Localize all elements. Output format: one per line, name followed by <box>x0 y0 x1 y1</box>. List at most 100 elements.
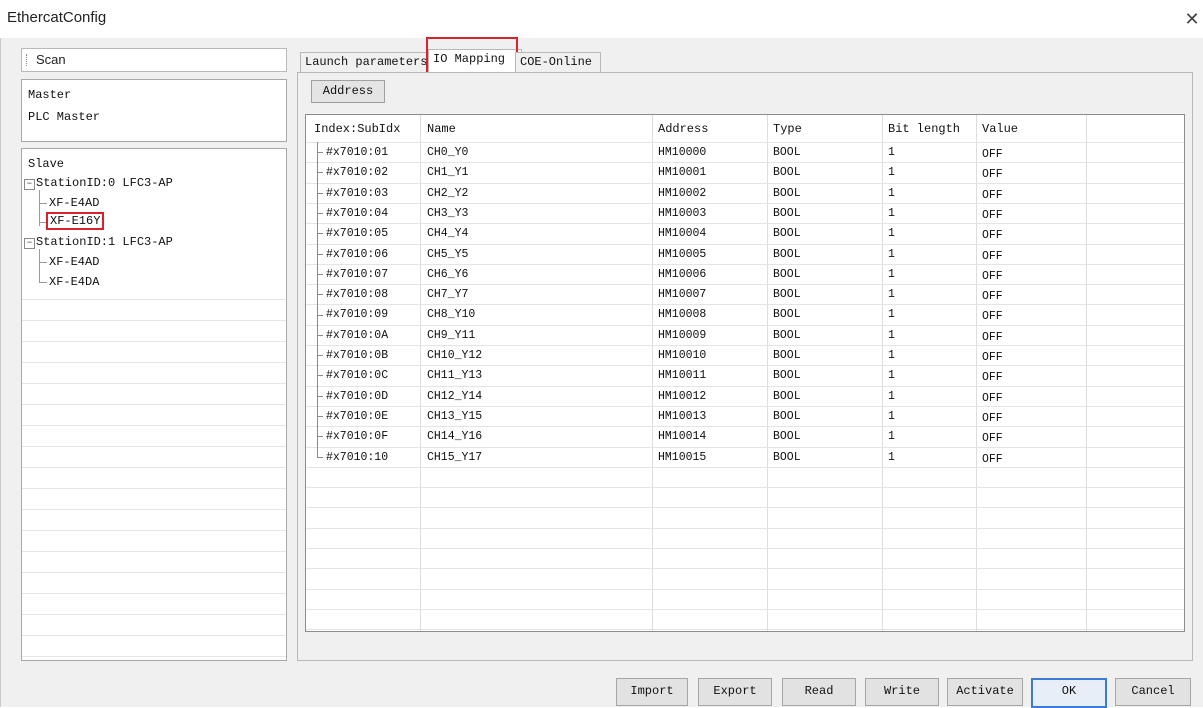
cell-address: HM10010 <box>658 349 707 362</box>
cell-name: CH4_Y4 <box>427 227 469 241</box>
cell-index: #x7010:0B <box>326 349 389 362</box>
cell-value: OFF <box>982 148 1003 161</box>
import-button[interactable]: Import <box>616 678 688 706</box>
table-row[interactable]: #x7010:0E CH13_Y15 HM10013 BOOL 1 OFF <box>306 406 1184 426</box>
write-button[interactable]: Write <box>865 678 939 706</box>
cell-type: BOOL <box>773 349 801 362</box>
cell-value: OFF <box>982 269 1003 283</box>
table-row[interactable]: #x7010:0B CH10_Y12 HM10010 BOOL 1 OFF <box>306 345 1184 365</box>
row-divider <box>306 446 1184 448</box>
column-header-type[interactable]: Type <box>773 122 802 136</box>
cell-type: BOOL <box>773 206 801 220</box>
cell-bit-length: 1 <box>888 146 895 159</box>
row-divider <box>306 507 1184 509</box>
cell-address: HM10014 <box>658 430 707 444</box>
cell-bit-length: 1 <box>888 430 895 444</box>
collapse-toggle-icon[interactable]: − <box>24 179 35 190</box>
collapse-toggle-icon[interactable]: − <box>24 238 35 249</box>
cell-type: BOOL <box>773 247 801 261</box>
cell-address: HM10008 <box>658 308 707 322</box>
row-divider <box>306 405 1184 407</box>
row-divider <box>306 243 1184 245</box>
master-list: Master PLC Master <box>21 79 287 142</box>
close-icon[interactable]: ✕ <box>1181 8 1203 30</box>
table-row[interactable]: #x7010:07 CH6_Y6 HM10006 BOOL 1 OFF <box>306 264 1184 284</box>
column-header-value[interactable]: Value <box>982 122 1018 136</box>
cell-address: HM10000 <box>658 146 707 159</box>
cell-address: HM10007 <box>658 288 707 302</box>
table-row[interactable]: #x7010:10 CH15_Y17 HM10015 BOOL 1 OFF <box>306 447 1184 467</box>
row-divider <box>306 548 1184 549</box>
cell-name: CH0_Y0 <box>427 146 469 159</box>
cell-address: HM10009 <box>658 328 707 342</box>
tree-connector <box>39 222 47 223</box>
table-row[interactable]: #x7010:06 CH5_Y5 HM10005 BOOL 1 OFF <box>306 244 1184 264</box>
read-button[interactable]: Read <box>782 678 856 706</box>
station-1-device-1[interactable]: XF-E4AD <box>49 255 99 269</box>
cell-bit-length: 1 <box>888 288 895 302</box>
slave-header: Slave <box>28 157 65 171</box>
table-row[interactable]: #x7010:0F CH14_Y16 HM10014 BOOL 1 OFF <box>306 426 1184 446</box>
row-divider <box>306 385 1184 387</box>
cell-index: #x7010:05 <box>326 227 389 241</box>
cell-index: #x7010:0E <box>326 409 389 423</box>
row-tree-connector <box>317 142 318 457</box>
address-button[interactable]: Address <box>311 80 385 103</box>
station-0-device-1[interactable]: XF-E4AD <box>49 196 99 210</box>
station-1-device-2[interactable]: XF-E4DA <box>49 275 99 289</box>
cell-value: OFF <box>982 168 1003 182</box>
window-title: EthercatConfig <box>7 9 107 26</box>
cell-value: OFF <box>982 290 1003 304</box>
table-row[interactable]: #x7010:09 CH8_Y10 HM10008 BOOL 1 OFF <box>306 304 1184 324</box>
station-0-device-2-selected[interactable]: XF-E16Y <box>45 212 105 230</box>
row-divider <box>306 304 1184 306</box>
cell-type: BOOL <box>773 450 801 464</box>
row-divider <box>306 263 1184 265</box>
master-item[interactable]: Master <box>28 88 71 102</box>
cell-address: HM10002 <box>658 186 707 200</box>
column-header-name[interactable]: Name <box>427 122 456 136</box>
cell-index: #x7010:02 <box>326 166 389 180</box>
export-button[interactable]: Export <box>698 678 772 706</box>
toolbar-grip-icon <box>26 54 28 66</box>
column-header-address[interactable]: Address <box>658 122 708 136</box>
table-row[interactable]: #x7010:0C CH11_Y13 HM10011 BOOL 1 OFF <box>306 365 1184 385</box>
cell-name: CH8_Y10 <box>427 308 476 322</box>
table-row[interactable]: #x7010:0A CH9_Y11 HM10009 BOOL 1 OFF <box>306 325 1184 345</box>
row-divider <box>306 629 1184 631</box>
row-divider <box>306 588 1184 590</box>
column-header-index[interactable]: Index:SubIdx <box>314 122 400 136</box>
table-row[interactable]: #x7010:02 CH1_Y1 HM10001 BOOL 1 OFF <box>306 162 1184 182</box>
row-divider <box>306 182 1184 184</box>
station-0-node[interactable]: StationID:0 LFC3-AP <box>36 176 173 190</box>
cell-address: HM10011 <box>658 369 707 383</box>
table-row[interactable]: #x7010:05 CH4_Y4 HM10004 BOOL 1 OFF <box>306 223 1184 243</box>
table-row[interactable]: #x7010:04 CH3_Y3 HM10003 BOOL 1 OFF <box>306 203 1184 223</box>
row-divider <box>306 223 1184 225</box>
activate-button[interactable]: Activate <box>947 678 1023 706</box>
cell-value: OFF <box>982 188 1003 202</box>
row-divider <box>306 466 1184 468</box>
scan-toolbar[interactable]: Scan <box>21 48 287 72</box>
cell-type: BOOL <box>773 409 801 423</box>
io-mapping-table[interactable]: Index:SubIdx Name Address Type Bit lengt… <box>305 114 1185 632</box>
cell-value: OFF <box>982 351 1003 364</box>
cancel-button[interactable]: Cancel <box>1115 678 1191 706</box>
cell-type: BOOL <box>773 288 801 302</box>
cell-type: BOOL <box>773 308 801 322</box>
cell-value: OFF <box>982 208 1003 222</box>
table-row[interactable]: #x7010:01 CH0_Y0 HM10000 BOOL 1 OFF <box>306 142 1184 162</box>
cell-name: CH2_Y2 <box>427 186 469 200</box>
plc-master-item[interactable]: PLC Master <box>28 110 100 124</box>
scan-button[interactable]: Scan <box>36 52 66 67</box>
cell-value: OFF <box>982 229 1003 243</box>
table-row[interactable]: #x7010:0D CH12_Y14 HM10012 BOOL 1 OFF <box>306 386 1184 406</box>
table-row[interactable]: #x7010:08 CH7_Y7 HM10007 BOOL 1 OFF <box>306 284 1184 304</box>
ok-button[interactable]: OK <box>1031 678 1107 708</box>
table-row[interactable]: #x7010:03 CH2_Y2 HM10002 BOOL 1 OFF <box>306 183 1184 203</box>
cell-bit-length: 1 <box>888 369 895 383</box>
row-divider <box>306 527 1184 529</box>
station-1-node[interactable]: StationID:1 LFC3-AP <box>36 235 173 249</box>
column-header-bit-length[interactable]: Bit length <box>888 122 960 136</box>
row-divider <box>306 202 1184 204</box>
